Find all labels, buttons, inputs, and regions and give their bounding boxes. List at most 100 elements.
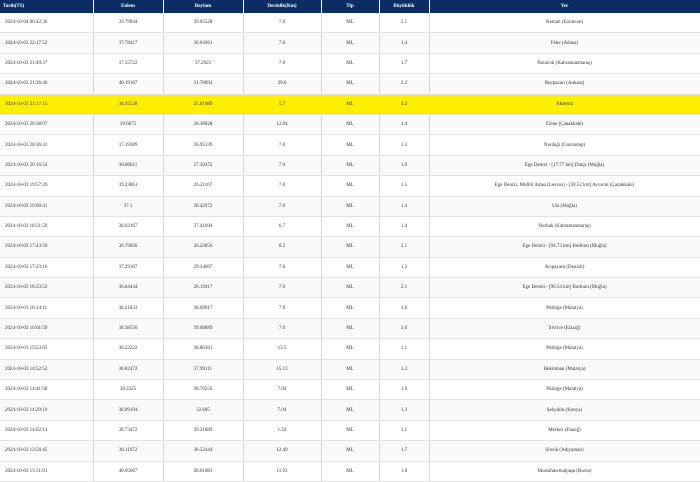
cell-latitude: 38.73472 bbox=[93, 420, 164, 442]
cell-longitude: 32.605 bbox=[163, 399, 244, 421]
column-header-longitude[interactable]: Boylam bbox=[163, 0, 244, 13]
table-row[interactable]: 2024-10-03 15:53:05 38.22222 38.80361 13.5 M… bbox=[0, 338, 700, 360]
table-row[interactable]: 2024-10-03 20:16:54 36.80611 27.30472 7.0 ML… bbox=[0, 155, 700, 177]
cell-type: ML bbox=[321, 53, 380, 75]
cell-type: ML bbox=[321, 216, 380, 238]
cell-depth: 12.94 bbox=[243, 114, 322, 136]
cell-longitude: 28.61083 bbox=[163, 461, 244, 482]
cell-latitude: 39.23861 bbox=[93, 175, 164, 197]
cell-depth: 7.0 bbox=[243, 13, 322, 34]
cell-date: 2024-10-03 14:41:58 bbox=[0, 379, 94, 401]
cell-longitude: 37.99111 bbox=[163, 359, 244, 381]
column-header-latitude[interactable]: Enlem bbox=[93, 0, 164, 13]
cell-latitude: 38.21833 bbox=[93, 297, 164, 319]
cell-longitude: 37.2925 bbox=[163, 53, 244, 75]
cell-latitude: 34.92528 bbox=[93, 94, 164, 115]
table-row[interactable]: 2024-10-03 16:14:11 38.21833 38.69917 7.0 ML… bbox=[0, 297, 700, 319]
table-row[interactable]: 2024-10-03 16:01:59 38.38556 39.06889 7.0 ML… bbox=[0, 318, 700, 340]
cell-depth: 7.0 bbox=[243, 277, 322, 299]
cell-latitude: 37.55722 bbox=[93, 53, 164, 75]
table-row[interactable]: 2024-10-03 13:56:45 38.11972 38.52444 12.49… bbox=[0, 440, 700, 462]
cell-magnitude: 1.4 bbox=[379, 114, 430, 136]
table-row[interactable]: 2024-10-03 21:17:15 34.92528 25.61889 5.7 ML… bbox=[0, 94, 700, 115]
table-body: 2024-10-04 00:42:36 39.79944 39.05528 7.0 ML… bbox=[0, 13, 700, 482]
cell-longitude: 28.42972 bbox=[163, 196, 244, 217]
cell-magnitude: 1.4 bbox=[379, 32, 430, 54]
table-row[interactable]: 2024-10-03 19:57:29 39.23861 26.21167 7.0 ML… bbox=[0, 175, 700, 197]
cell-depth: 7.0 bbox=[243, 318, 322, 340]
cell-magnitude: 2.0 bbox=[379, 318, 430, 340]
cell-latitude: 39.6875 bbox=[93, 114, 164, 136]
table-row[interactable]: 2024-10-04 00:42:36 39.79944 39.05528 7.0 ML… bbox=[0, 13, 700, 34]
cell-magnitude: 1.6 bbox=[379, 297, 430, 319]
cell-magnitude: 2.2 bbox=[379, 73, 430, 95]
cell-magnitude: 2.1 bbox=[379, 236, 430, 258]
table-row[interactable]: 2024-10-03 16:23:52 36.84444 26.19417 7.0 ML… bbox=[0, 277, 700, 299]
cell-type: ML bbox=[321, 461, 380, 482]
table-row[interactable]: 2024-10-03 19:00:41 37.1 28.42972 7.0 ML 1.4 U… bbox=[0, 196, 700, 217]
cell-latitude: 37.1 bbox=[93, 196, 164, 217]
column-header-date[interactable]: Tarih(TS) bbox=[0, 0, 94, 13]
table-row[interactable]: 2024-10-03 14:02:14 38.73472 39.21889 1.54 M… bbox=[0, 420, 700, 442]
cell-longitude: 38.80361 bbox=[163, 338, 244, 360]
cell-latitude: 38.11972 bbox=[93, 440, 164, 462]
cell-type: ML bbox=[321, 13, 380, 34]
cell-magnitude: 1.7 bbox=[379, 53, 430, 75]
table-row[interactable]: 2024-10-03 14:29:19 38.09194 32.605 7.04 ML 1… bbox=[0, 399, 700, 421]
cell-location: Ege Denizi - [17.77 km] Datça (Muğla) bbox=[429, 155, 700, 177]
cell-location: Ege Denizi - [96.54 km] Bodrum (Muğla) bbox=[429, 277, 700, 299]
cell-type: ML bbox=[321, 338, 380, 360]
table-row[interactable]: 2024-10-03 13:31:01 40.05667 28.61083 11.93… bbox=[0, 461, 700, 482]
cell-type: ML bbox=[321, 379, 380, 401]
cell-longitude: 25.61889 bbox=[163, 94, 244, 115]
cell-magnitude: 1.2 bbox=[379, 359, 430, 381]
table-row[interactable]: 2024-10-03 22:17:52 37.78417 36.04361 7.0 ML… bbox=[0, 32, 700, 54]
cell-longitude: 37.41694 bbox=[163, 216, 244, 238]
cell-depth: 7.0 bbox=[243, 155, 322, 177]
cell-depth: 13.5 bbox=[243, 338, 322, 360]
cell-latitude: 40.19167 bbox=[93, 73, 164, 95]
cell-date: 2024-10-03 22:17:52 bbox=[0, 32, 94, 54]
cell-location: Pazarcık (Kahramanmaraş) bbox=[429, 53, 700, 75]
cell-magnitude: 2.1 bbox=[379, 13, 430, 34]
cell-type: ML bbox=[321, 440, 380, 462]
cell-date: 2024-10-03 19:00:41 bbox=[0, 196, 94, 217]
cell-magnitude: 3.2 bbox=[379, 94, 430, 115]
cell-location: Akdeniz bbox=[429, 94, 700, 115]
table-row[interactable]: 2024-10-03 17:43:50 36.79056 26.23056 8.2 ML… bbox=[0, 236, 700, 258]
cell-magnitude: 1.4 bbox=[379, 196, 430, 217]
table-row[interactable]: 2024-10-03 14:52:52 38.82472 37.99111 15.13… bbox=[0, 359, 700, 381]
table-row[interactable]: 2024-10-03 20:38:07 39.6875 26.38028 12.94 M… bbox=[0, 114, 700, 136]
table-row[interactable]: 2024-10-03 14:41:58 38.2225 38.70556 7.04 ML… bbox=[0, 379, 700, 401]
table-row[interactable]: 2024-10-03 21:49:37 37.55722 37.2925 7.0 ML 1… bbox=[0, 53, 700, 75]
cell-magnitude: 1.4 bbox=[379, 216, 430, 238]
cell-magnitude: 1.5 bbox=[379, 175, 430, 197]
cell-date: 2024-10-03 20:38:07 bbox=[0, 114, 94, 136]
cell-magnitude: 1.9 bbox=[379, 379, 430, 401]
cell-date: 2024-10-03 17:23:16 bbox=[0, 257, 94, 279]
cell-depth: 7.0 bbox=[243, 134, 322, 156]
table-row[interactable]: 2024-10-03 17:23:16 37.29167 29.34667 7.0 ML… bbox=[0, 257, 700, 279]
cell-type: ML bbox=[321, 155, 380, 177]
table-row[interactable]: 2024-10-03 20:36:41 37.19389 36.95139 7.0 ML… bbox=[0, 134, 700, 156]
cell-latitude: 36.84444 bbox=[93, 277, 164, 299]
cell-type: ML bbox=[321, 297, 380, 319]
cell-longitude: 36.04361 bbox=[163, 32, 244, 54]
cell-location: Pütürge (Malatya) bbox=[429, 338, 700, 360]
cell-type: ML bbox=[321, 399, 380, 421]
table-row[interactable]: 2024-10-03 21:36:46 40.19167 31.70694 29.6 M… bbox=[0, 73, 700, 95]
table-header: Tarih(TS) Enlem Boylam Derinlik(Km) Tip … bbox=[0, 0, 700, 13]
earthquake-table: Tarih(TS) Enlem Boylam Derinlik(Km) Tip … bbox=[0, 0, 700, 482]
column-header-depth[interactable]: Derinlik(Km) bbox=[243, 0, 322, 13]
column-header-location[interactable]: Yer bbox=[429, 0, 700, 13]
cell-location: Ege Denizi - [94.73 km] Bodrum (Muğla) bbox=[429, 236, 700, 258]
cell-magnitude: 1.1 bbox=[379, 420, 430, 442]
cell-location: Beypazarı (Ankara) bbox=[429, 73, 700, 95]
column-header-magnitude[interactable]: Büyüklük bbox=[379, 0, 430, 13]
column-header-type[interactable]: Tip bbox=[321, 0, 380, 13]
table-row[interactable]: 2024-10-03 18:51:59 38.02167 37.41694 6.7 ML… bbox=[0, 216, 700, 238]
cell-magnitude: 2.1 bbox=[379, 277, 430, 299]
cell-location: Selçuklu (Konya) bbox=[429, 399, 700, 421]
cell-depth: 7.0 bbox=[243, 175, 322, 197]
cell-date: 2024-10-03 20:36:41 bbox=[0, 134, 94, 156]
